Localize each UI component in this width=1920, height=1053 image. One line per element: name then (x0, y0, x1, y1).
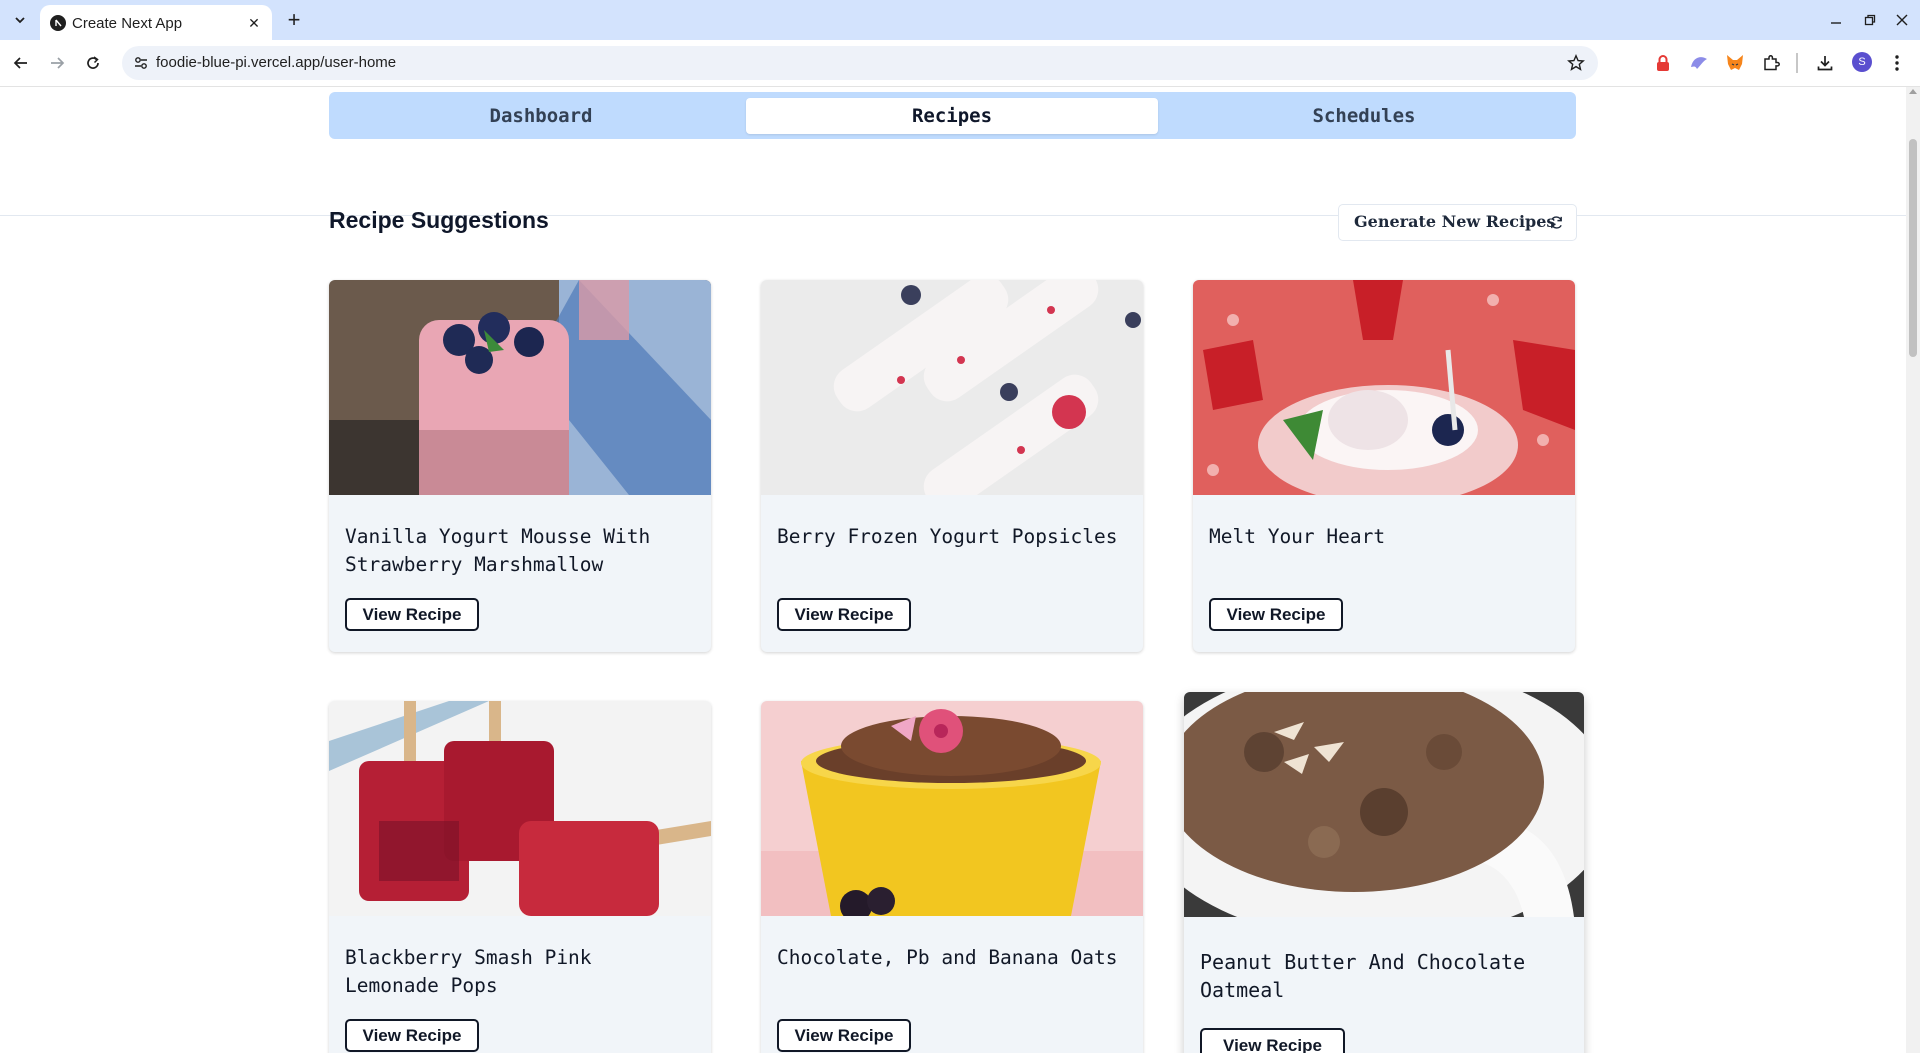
close-icon[interactable]: ✕ (244, 13, 264, 33)
url-text[interactable]: foodie-blue-pi.vercel.app/user-home (156, 54, 396, 71)
recipe-title: Berry Frozen Yogurt Popsicles (777, 525, 1118, 548)
lock-extension-icon[interactable] (1652, 52, 1674, 74)
recipe-card: Melt Your Heart View Recipe (1193, 280, 1575, 652)
scroll-up-arrow-icon[interactable] (1909, 89, 1917, 94)
more-icon[interactable] (1886, 52, 1908, 74)
forward-icon[interactable] (44, 50, 70, 76)
download-icon[interactable] (1814, 52, 1836, 74)
restore-icon[interactable] (1858, 8, 1882, 32)
header-divider (0, 215, 1906, 216)
generate-button-label: Generate New Recipes (1354, 212, 1556, 231)
recipe-image (761, 701, 1143, 916)
profile-avatar[interactable]: S (1852, 52, 1872, 72)
recipe-image (761, 280, 1143, 495)
recipe-title: Chocolate, Pb and Banana Oats (777, 946, 1118, 969)
recipe-card: Peanut Butter And Chocolate Oatmeal View… (1184, 692, 1584, 1053)
recipe-title: Vanilla Yogurt Mousse With Strawberry Ma… (345, 525, 651, 576)
recipe-image (1193, 280, 1575, 495)
tab-dashboard[interactable]: Dashboard (335, 98, 747, 134)
recipe-card: Chocolate, Pb and Banana Oats View Recip… (761, 701, 1143, 1053)
plus-icon[interactable]: + (282, 7, 306, 32)
generate-new-recipes-button[interactable]: Generate New Recipes (1338, 204, 1577, 241)
window-close-icon[interactable] (1890, 8, 1914, 32)
view-recipe-button[interactable]: View Recipe (777, 598, 911, 631)
recipe-card: Vanilla Yogurt Mousse With Strawberry Ma… (329, 280, 711, 652)
page-viewport: Dashboard Recipes Schedules Recipe Sugge… (0, 87, 1906, 1053)
recipe-image (329, 701, 711, 916)
toolbar-separator (1796, 53, 1798, 73)
star-icon[interactable] (1566, 53, 1586, 73)
tab-schedules[interactable]: Schedules (1158, 98, 1570, 134)
refresh-icon (1548, 214, 1564, 230)
page-scrollbar[interactable] (1906, 87, 1920, 1053)
view-recipe-button[interactable]: View Recipe (777, 1019, 911, 1052)
browser-toolbar: foodie-blue-pi.vercel.app/user-home S (0, 40, 1920, 87)
section-title: Recipe Suggestions (329, 207, 549, 233)
ai-extension-icon[interactable] (1688, 52, 1710, 74)
nextjs-favicon-icon (50, 15, 66, 31)
metamask-fox-icon[interactable] (1724, 52, 1746, 74)
view-recipe-button[interactable]: View Recipe (345, 598, 479, 631)
recipe-title: Blackberry Smash Pink Lemonade Pops (345, 946, 592, 997)
recipe-title: Peanut Butter And Chocolate Oatmeal (1200, 950, 1526, 1002)
recipe-image (1184, 692, 1584, 917)
scrollbar-thumb[interactable] (1909, 139, 1917, 357)
reload-icon[interactable] (80, 50, 106, 76)
view-recipe-button[interactable]: View Recipe (345, 1019, 479, 1052)
back-icon[interactable] (8, 50, 34, 76)
minimize-icon[interactable] (1824, 8, 1848, 32)
view-recipe-button[interactable]: View Recipe (1209, 598, 1343, 631)
app-tabs: Dashboard Recipes Schedules (329, 92, 1576, 139)
tab-title: Create Next App (72, 15, 183, 32)
address-bar[interactable]: foodie-blue-pi.vercel.app/user-home (122, 46, 1598, 80)
puzzle-icon[interactable] (1760, 52, 1782, 74)
browser-tab[interactable]: Create Next App ✕ (40, 5, 272, 40)
tab-recipes[interactable]: Recipes (746, 98, 1158, 134)
site-info-icon[interactable] (132, 54, 150, 72)
recipe-card: Berry Frozen Yogurt Popsicles View Recip… (761, 280, 1143, 652)
recipe-title: Melt Your Heart (1209, 525, 1386, 548)
recipe-card: Blackberry Smash Pink Lemonade Pops View… (329, 701, 711, 1053)
browser-tab-bar: Create Next App ✕ + (0, 0, 1920, 40)
view-recipe-button[interactable]: View Recipe (1200, 1028, 1345, 1053)
tab-list-icon[interactable] (8, 8, 32, 32)
recipe-image (329, 280, 711, 495)
